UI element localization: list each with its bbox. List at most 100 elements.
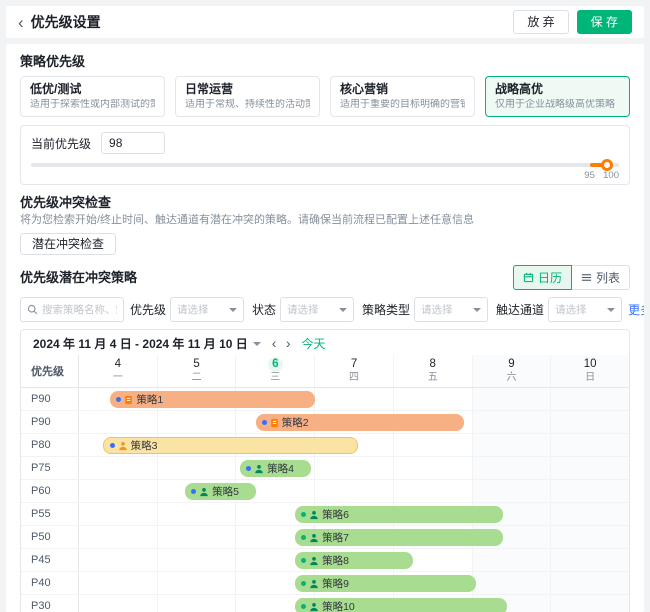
chevron-down-icon	[253, 342, 261, 346]
day-cell	[550, 595, 629, 612]
filter-group-1: 状态请选择	[252, 297, 354, 322]
day-weekday: 日	[585, 372, 595, 384]
bar-label: 策略8	[322, 556, 349, 567]
more-filters-link[interactable]: 更多	[628, 301, 644, 318]
day-cell	[157, 457, 236, 479]
gantt-bar-策略4[interactable]: 策略4	[240, 460, 311, 477]
tier-card-1[interactable]: 低优/测试适用于探索性或内部测试的策略	[20, 76, 165, 117]
day-cell	[550, 480, 629, 502]
gantt-bar-策略7[interactable]: 策略7	[295, 529, 503, 546]
day-cell	[79, 503, 157, 525]
tier-desc: 适用于常规、持续性的活动策略	[185, 99, 310, 111]
status-dot	[301, 558, 306, 563]
gantt-row-8: P40 策略9	[21, 572, 629, 595]
day-weekday: 六	[506, 372, 516, 384]
filter-row: 优先级请选择状态请选择策略类型请选择触达通道请选择 更多	[20, 297, 630, 322]
next-week-button[interactable]: ›	[283, 336, 294, 350]
conflict-check-desc: 将为您检索开始/终止时间、触达通道有潜在冲突的策略。请确保当前流程已配置上述任意…	[20, 214, 630, 227]
day-cell	[550, 411, 629, 433]
filter-select[interactable]: 请选择	[548, 297, 622, 322]
gantt-bar-策略6[interactable]: 策略6	[295, 506, 503, 523]
current-priority-box: 当前优先级 95 100	[20, 125, 630, 185]
day-cell	[393, 388, 472, 410]
doc-icon	[124, 395, 133, 405]
day-cell	[79, 595, 157, 612]
tier-desc: 适用于探索性或内部测试的策略	[30, 99, 155, 111]
discard-button[interactable]: 放 弃	[513, 10, 568, 34]
status-dot	[110, 443, 115, 448]
filter-select[interactable]: 请选择	[280, 297, 354, 322]
bar-label: 策略1	[136, 395, 163, 406]
doc-icon	[270, 418, 279, 428]
search-box[interactable]	[20, 297, 124, 322]
day-cell	[314, 388, 393, 410]
person-icon	[309, 579, 319, 589]
list-view-button[interactable]: 列表	[572, 265, 630, 290]
back-icon[interactable]: ‹	[18, 14, 24, 31]
gantt-bar-策略5[interactable]: 策略5	[185, 483, 256, 500]
content-card: 策略优先级 低优/测试适用于探索性或内部测试的策略日常运营适用于常规、持续性的活…	[6, 44, 644, 612]
calendar-panel: 2024 年 11 月 4 日 - 2024 年 11 月 10 日 ‹ › 今…	[20, 329, 630, 612]
tier-name: 日常运营	[185, 82, 310, 97]
row-priority: P40	[21, 572, 79, 594]
day-number: 6	[268, 357, 283, 372]
row-priority: P75	[21, 457, 79, 479]
day-cell	[157, 549, 236, 571]
tier-desc: 仅用于企业战略级高优策略	[495, 99, 620, 111]
day-number: 5	[189, 357, 204, 372]
calendar-body: P90策略1P90策略2P80策略3P75策略4P60策略5P55策略6P50策…	[21, 388, 629, 612]
conflict-check-button[interactable]: 潜在冲突检查	[20, 233, 116, 255]
prev-week-button[interactable]: ‹	[269, 336, 280, 350]
tier-card-2[interactable]: 日常运营适用于常规、持续性的活动策略	[175, 76, 320, 117]
filter-group-0: 优先级请选择	[130, 297, 244, 322]
person-icon	[199, 487, 209, 497]
bar-label: 策略7	[322, 533, 349, 544]
gantt-bar-策略10[interactable]: 策略10	[295, 598, 507, 612]
list-view-label: 列表	[596, 269, 620, 286]
day-cell	[79, 480, 157, 502]
date-range-picker[interactable]: 2024 年 11 月 4 日 - 2024 年 11 月 10 日	[33, 335, 261, 352]
row-priority: P90	[21, 411, 79, 433]
day-header-5: 5二	[157, 355, 236, 387]
calendar-view-button[interactable]: 日历	[513, 265, 572, 290]
tier-card-4[interactable]: 战略高优仅用于企业战略级高优策略	[485, 76, 630, 117]
day-cell	[393, 457, 472, 479]
status-dot	[301, 581, 306, 586]
day-cell	[314, 457, 393, 479]
gantt-bar-策略8[interactable]: 策略8	[295, 552, 413, 569]
filter-select[interactable]: 请选择	[170, 297, 244, 322]
day-number: 4	[110, 357, 125, 372]
row-priority: P60	[21, 480, 79, 502]
person-icon	[254, 464, 264, 474]
day-cell	[550, 503, 629, 525]
filter-select[interactable]: 请选择	[414, 297, 488, 322]
priority-slider[interactable]: 95 100	[31, 158, 619, 182]
filter-label: 触达通道	[496, 301, 544, 318]
gantt-bar-策略3[interactable]: 策略3	[103, 437, 358, 454]
today-link[interactable]: 今天	[301, 335, 325, 352]
tier-section-title: 策略优先级	[20, 54, 630, 69]
row-priority: P45	[21, 549, 79, 571]
week-nav: ‹ ›	[269, 336, 294, 351]
day-weekday: 五	[428, 372, 438, 384]
gantt-bar-策略1[interactable]: 策略1	[110, 391, 314, 408]
gantt-row-4: P60 策略5	[21, 480, 629, 503]
current-priority-input[interactable]	[101, 132, 165, 154]
status-dot	[116, 397, 121, 402]
save-button[interactable]: 保 存	[577, 10, 632, 34]
date-range-label: 2024 年 11 月 4 日 - 2024 年 11 月 10 日	[33, 335, 248, 352]
day-number: 7	[347, 357, 362, 372]
day-cell	[157, 526, 236, 548]
day-cell	[157, 503, 236, 525]
person-icon	[118, 441, 128, 451]
person-icon	[309, 533, 319, 543]
current-priority-label: 当前优先级	[31, 135, 91, 152]
day-header-10: 10日	[550, 355, 629, 387]
day-cell	[472, 457, 551, 479]
gantt-bar-策略9[interactable]: 策略9	[295, 575, 476, 592]
gantt-bar-策略2[interactable]: 策略2	[256, 414, 464, 431]
day-cell	[393, 434, 472, 456]
day-cell	[550, 549, 629, 571]
search-input[interactable]	[42, 304, 117, 316]
tier-card-3[interactable]: 核心营销适用于重要的目标明确的营销活动	[330, 76, 475, 117]
